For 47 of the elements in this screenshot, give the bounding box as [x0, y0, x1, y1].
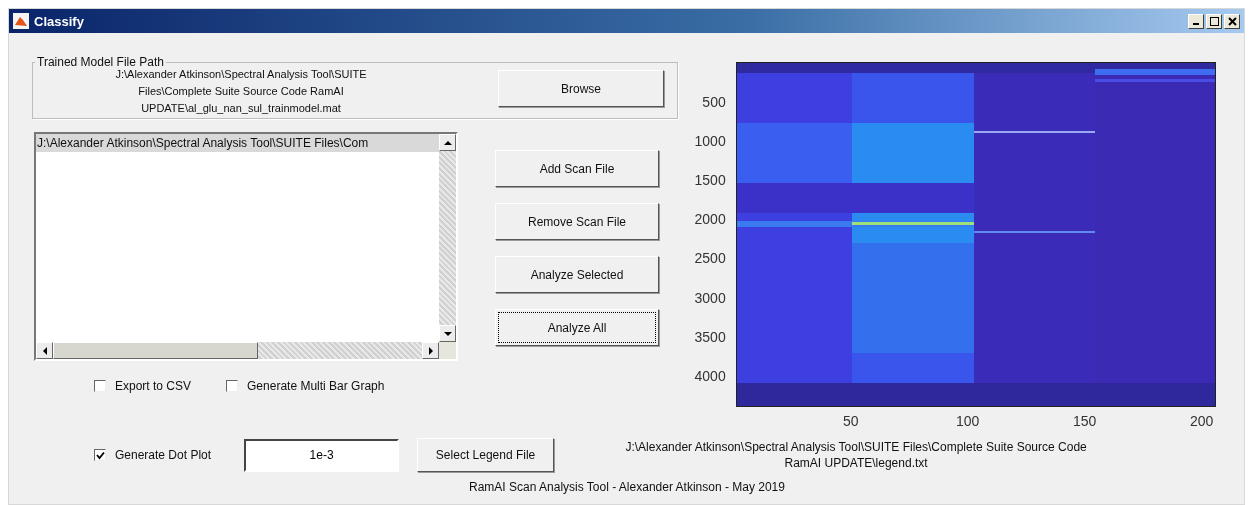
- scrollbar-thumb[interactable]: [53, 342, 258, 359]
- close-icon: [1227, 16, 1237, 26]
- checkbox[interactable]: [226, 380, 239, 392]
- select-legend-button[interactable]: Select Legend File: [417, 438, 555, 472]
- window-title: Classify: [34, 13, 84, 29]
- scroll-right-icon[interactable]: [422, 342, 439, 359]
- close-button[interactable]: [1224, 13, 1240, 29]
- axis-tick-label: 50: [842, 413, 859, 429]
- axis-tick-label: 100: [956, 413, 980, 429]
- scroll-up-icon[interactable]: [439, 134, 456, 151]
- horizontal-scrollbar[interactable]: [36, 342, 456, 359]
- list-item[interactable]: J:\Alexander Atkinson\Spectral Analysis Tool\SUITE Files\Com: [36, 134, 439, 152]
- minimize-button[interactable]: [1188, 13, 1204, 29]
- action-button[interactable]: Analyze All: [495, 309, 659, 346]
- action-button[interactable]: Add Scan File: [495, 150, 659, 187]
- group-label: Trained Model File Path: [36, 55, 165, 69]
- file-path-text: J:\Alexander Atkinson\Spectral Analysis Tool\SUITE Files\Complete Suite Source Code RamAI UPDATE\al_glu_nan_sul_trainmodel.mat: [114, 67, 368, 116]
- axis-tick-label: 500: [702, 94, 726, 110]
- checkbox-label[interactable]: Generate Dot Plot: [115, 448, 212, 462]
- scroll-left-icon[interactable]: [36, 342, 53, 359]
- footer-text: RamAI Scan Analysis Tool - Alexander Atkinson - May 2019: [468, 480, 786, 494]
- axis-tick-label: 2000: [694, 211, 726, 228]
- maximize-icon: [1209, 16, 1219, 26]
- action-button[interactable]: Analyze Selected: [495, 256, 659, 293]
- maximize-button[interactable]: [1206, 13, 1222, 29]
- checkbox-label[interactable]: Export to CSV: [115, 379, 192, 393]
- browse-button[interactable]: Browse: [498, 70, 664, 107]
- legend-path-text: J:\Alexander Atkinson\Spectral Analysis Tool\SUITE Files\Complete Suite Source Code RamAI UPDATE\legend.txt: [624, 439, 1088, 471]
- axis-tick-label: 150: [1073, 413, 1097, 429]
- threshold-field[interactable]: 1e-3: [244, 438, 400, 472]
- scroll-down-icon[interactable]: [439, 325, 456, 342]
- axis-tick-label: 4000: [694, 367, 726, 384]
- checkbox-label[interactable]: Generate Multi Bar Graph: [247, 379, 385, 393]
- checkbox[interactable]: [94, 380, 106, 392]
- minimize-icon: [1193, 23, 1199, 25]
- axis-tick-label: 2500: [694, 250, 726, 267]
- axis-tick-label: 1000: [694, 133, 726, 150]
- axis-tick-label: 200: [1190, 413, 1214, 429]
- app-icon: [13, 13, 29, 29]
- axis-tick-label: 3500: [694, 328, 726, 345]
- axis-tick-label: 3000: [694, 289, 726, 306]
- vertical-scrollbar[interactable]: [439, 134, 456, 342]
- file-list[interactable]: J:\Alexander Atkinson\Spectral Analysis Tool\SUITE Files\Com: [34, 132, 458, 361]
- checkbox[interactable]: [94, 449, 106, 461]
- axis-tick-label: 1500: [694, 172, 726, 189]
- action-button[interactable]: Remove Scan File: [495, 203, 659, 240]
- scrollbar-corner: [439, 342, 456, 359]
